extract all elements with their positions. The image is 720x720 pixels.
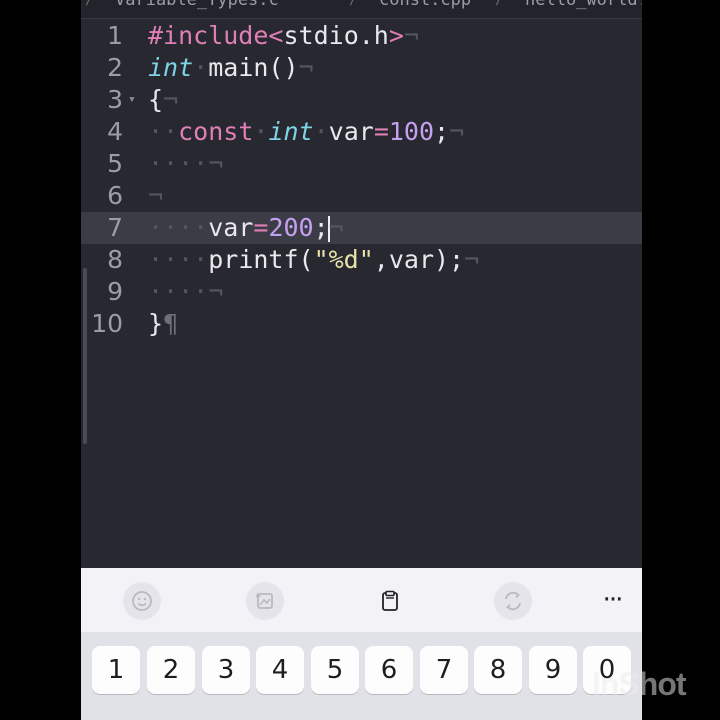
code-line-current[interactable]: 7 ····var=200;¬ [81,212,642,244]
line-number: 9 [107,277,123,306]
code-editor[interactable]: 1 #include<stdio.h>¬ 2 int·main()¬ 3 ▾ {… [81,20,642,568]
code-text[interactable]: }¶ [148,308,178,340]
code-text[interactable]: ····¬ [148,276,223,308]
tab-separator: / [85,0,94,8]
code-line[interactable]: 5 ····¬ [81,148,642,180]
file-tab-bar: / Variable_Types.c / const.cpp / hello_w… [81,0,642,18]
image-convert-button[interactable] [246,582,284,620]
tab-variable-types[interactable]: Variable_Types.c [115,0,279,10]
line-number: 10 [91,309,123,338]
line-number: 1 [107,21,123,50]
code-text[interactable]: ¬ [148,180,163,212]
clipboard-button[interactable] [371,582,409,620]
code-line[interactable]: 10 }¶ [81,308,642,340]
line-number: 7 [107,213,123,242]
emoji-icon [132,591,152,611]
code-text[interactable]: #include<stdio.h>¬ [148,20,419,52]
key-5[interactable]: 5 [311,646,359,694]
code-text[interactable]: ····¬ [148,148,223,180]
image-convert-icon [255,592,273,609]
code-text[interactable]: {¬ [148,84,178,116]
key-6[interactable]: 6 [365,646,413,694]
code-line[interactable]: 2 int·main()¬ [81,52,642,84]
line-number: 8 [107,245,123,274]
fold-arrow-icon[interactable]: ▾ [128,84,136,116]
keyboard-toolbar: ··· [81,568,642,632]
more-icon: ··· [602,585,624,615]
key-2[interactable]: 2 [147,646,195,694]
code-line[interactable]: 8 ····printf("%d",var);¬ [81,244,642,276]
code-line[interactable]: 1 #include<stdio.h>¬ [81,20,642,52]
line-number: 3 [107,85,123,114]
line-number: 4 [107,117,123,146]
more-options-button[interactable]: ··· [597,582,627,618]
code-text[interactable]: ··const·int·var=100;¬ [148,116,464,148]
clipboard-icon [382,590,398,611]
editor-app: / Variable_Types.c / const.cpp / hello_w… [81,0,642,720]
key-8[interactable]: 8 [474,646,522,694]
line-number: 6 [107,181,123,210]
tab-const-cpp[interactable]: const.cpp [379,0,471,10]
key-4[interactable]: 4 [256,646,304,694]
emoji-button[interactable] [123,582,161,620]
code-line[interactable]: 3 ▾ {¬ [81,84,642,116]
key-3[interactable]: 3 [202,646,250,694]
code-text[interactable]: int·main()¬ [148,52,314,84]
translate-button[interactable] [494,582,532,620]
tab-separator: / [349,0,358,8]
tab-divider [81,18,642,19]
key-9[interactable]: 9 [529,646,577,694]
code-text[interactable]: ····var=200;¬ [148,212,344,244]
tab-hello-world[interactable]: hello_world.cpp [525,0,642,10]
code-line[interactable]: 4 ··const·int·var=100;¬ [81,116,642,148]
key-7[interactable]: 7 [420,646,468,694]
key-1[interactable]: 1 [92,646,140,694]
on-screen-keyboard: 1 2 3 4 5 6 7 8 9 0 [81,632,642,720]
code-line[interactable]: 6 ¬ [81,180,642,212]
tab-separator: / [495,0,504,8]
inshot-watermark: InShot [592,666,687,702]
code-line[interactable]: 9 ····¬ [81,276,642,308]
line-number: 2 [107,53,123,82]
translate-icon [505,591,521,611]
line-number: 5 [107,149,123,178]
code-text[interactable]: ····printf("%d",var);¬ [148,244,479,276]
